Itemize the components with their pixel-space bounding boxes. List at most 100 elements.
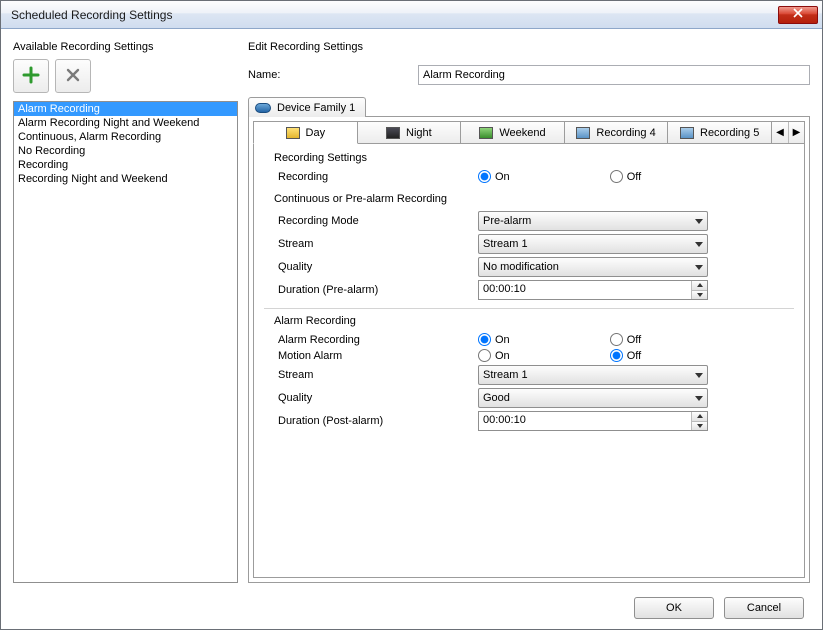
list-item[interactable]: Continuous, Alarm Recording	[14, 130, 237, 144]
separator	[264, 308, 794, 309]
device-family-tab-label: Device Family 1	[277, 102, 355, 114]
duration-prealarm-spinner[interactable]: 00:00:10	[478, 280, 708, 300]
alarm-recording-group: Alarm Recording Alarm Recording On Off M…	[264, 315, 794, 431]
alarm-group-title: Alarm Recording	[274, 315, 794, 327]
close-icon	[793, 8, 803, 21]
stream-dropdown[interactable]: Stream 1	[478, 234, 708, 254]
mode-label: Recording Mode	[278, 215, 478, 227]
tab-label: Day	[306, 127, 326, 139]
device-family-icon	[255, 103, 271, 113]
recording-off-radio[interactable]: Off	[610, 170, 641, 183]
cancel-button[interactable]: Cancel	[724, 597, 804, 619]
mode-dropdown[interactable]: Pre-alarm	[478, 211, 708, 231]
quality-value: No modification	[483, 261, 559, 273]
night-icon	[386, 127, 400, 139]
chevron-down-icon	[697, 424, 703, 428]
name-label: Name:	[248, 69, 418, 81]
recording-tabstrip: Day Night Weekend Recording 4	[253, 121, 805, 143]
tab-night[interactable]: Night	[358, 121, 462, 143]
chevron-down-icon	[697, 293, 703, 297]
chevron-up-icon	[697, 283, 703, 287]
duration-prealarm-value: 00:00:10	[479, 281, 691, 299]
alarm-recording-on-radio[interactable]: On	[478, 333, 510, 346]
delete-icon	[65, 67, 81, 86]
list-item[interactable]: Recording Night and Weekend	[14, 172, 237, 186]
edit-settings-heading: Edit Recording Settings	[248, 41, 810, 53]
tab-label: Weekend	[499, 127, 545, 139]
chevron-down-icon	[695, 219, 703, 224]
tab-label: Recording 5	[700, 127, 759, 139]
chevron-down-icon	[695, 265, 703, 270]
chevron-down-icon	[695, 396, 703, 401]
motion-alarm-label: Motion Alarm	[278, 350, 478, 362]
recording-icon	[576, 127, 590, 139]
spinner-down[interactable]	[692, 421, 707, 431]
day-icon	[286, 127, 300, 139]
tab-scroll-right[interactable]: ▶	[788, 122, 804, 143]
stream-label: Stream	[278, 238, 478, 250]
mode-value: Pre-alarm	[483, 215, 531, 227]
alarm-stream-dropdown[interactable]: Stream 1	[478, 365, 708, 385]
spinner-up[interactable]	[692, 412, 707, 421]
spinner-down[interactable]	[692, 290, 707, 300]
duration-postalarm-value: 00:00:10	[479, 412, 691, 430]
tab-label: Night	[406, 127, 432, 139]
available-settings-heading: Available Recording Settings	[13, 41, 238, 53]
quality-dropdown[interactable]: No modification	[478, 257, 708, 277]
tab-scroll-left[interactable]: ◀	[772, 122, 788, 143]
recording-settings-title: Recording Settings	[274, 152, 794, 164]
alarm-quality-label: Quality	[278, 392, 478, 404]
list-item[interactable]: Recording	[14, 158, 237, 172]
list-item[interactable]: Alarm Recording	[14, 102, 237, 116]
tab-weekend[interactable]: Weekend	[461, 121, 565, 143]
name-row: Name:	[248, 65, 810, 85]
recording-settings-group: Recording Settings Recording On Off Cont…	[264, 152, 794, 300]
add-button[interactable]	[13, 59, 49, 93]
motion-off-radio[interactable]: Off	[610, 349, 641, 362]
list-item[interactable]: Alarm Recording Night and Weekend	[14, 116, 237, 130]
tab-recording-5[interactable]: Recording 5	[668, 121, 772, 143]
delete-button[interactable]	[55, 59, 91, 93]
list-item[interactable]: No Recording	[14, 144, 237, 158]
toolbar	[13, 59, 238, 93]
alarm-recording-off-radio[interactable]: Off	[610, 333, 641, 346]
chevron-down-icon	[695, 373, 703, 378]
chevron-up-icon	[697, 414, 703, 418]
titlebar: Scheduled Recording Settings	[1, 1, 822, 29]
close-button[interactable]	[778, 6, 818, 24]
window-title: Scheduled Recording Settings	[11, 8, 172, 22]
dialog-body: Available Recording Settings Alarm Recor…	[1, 29, 822, 587]
tab-label: Recording 4	[596, 127, 655, 139]
device-family-tab-body: Day Night Weekend Recording 4	[248, 116, 810, 583]
alarm-quality-dropdown[interactable]: Good	[478, 388, 708, 408]
duration-postalarm-label: Duration (Post-alarm)	[278, 415, 478, 427]
dialog-window: Scheduled Recording Settings Available R…	[0, 0, 823, 630]
settings-list[interactable]: Alarm RecordingAlarm Recording Night and…	[13, 101, 238, 583]
name-input[interactable]	[418, 65, 810, 85]
alarm-stream-label: Stream	[278, 369, 478, 381]
recording-on-radio[interactable]: On	[478, 170, 510, 183]
alarm-stream-value: Stream 1	[483, 369, 528, 381]
quality-label: Quality	[278, 261, 478, 273]
recording-label: Recording	[278, 171, 478, 183]
recording-tab-body: Recording Settings Recording On Off Cont…	[253, 143, 805, 578]
recording-icon	[680, 127, 694, 139]
alarm-quality-value: Good	[483, 392, 510, 404]
duration-prealarm-label: Duration (Pre-alarm)	[278, 284, 478, 296]
stream-value: Stream 1	[483, 238, 528, 250]
edit-settings-pane: Edit Recording Settings Name: Device Fam…	[248, 41, 810, 583]
chevron-right-icon: ▶	[793, 127, 801, 138]
spinner-up[interactable]	[692, 281, 707, 290]
ok-button[interactable]: OK	[634, 597, 714, 619]
tab-recording-4[interactable]: Recording 4	[565, 121, 669, 143]
tab-day[interactable]: Day	[253, 121, 358, 144]
alarm-recording-label: Alarm Recording	[278, 334, 478, 346]
chevron-left-icon: ◀	[776, 127, 784, 138]
chevron-down-icon	[695, 242, 703, 247]
device-family-tabstrip: Device Family 1	[248, 95, 810, 117]
weekend-icon	[479, 127, 493, 139]
tab-device-family-1[interactable]: Device Family 1	[248, 97, 366, 117]
available-settings-pane: Available Recording Settings Alarm Recor…	[13, 41, 238, 583]
duration-postalarm-spinner[interactable]: 00:00:10	[478, 411, 708, 431]
motion-on-radio[interactable]: On	[478, 349, 510, 362]
